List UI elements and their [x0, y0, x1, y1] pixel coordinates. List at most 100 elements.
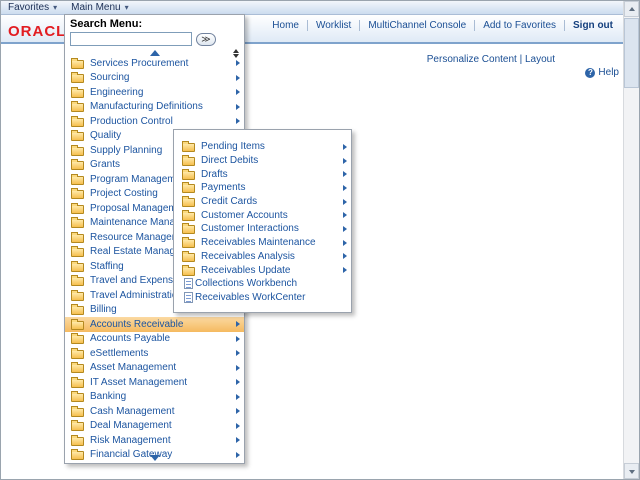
- submenu-arrow-icon: [343, 253, 347, 260]
- menu-item[interactable]: Production Control: [65, 114, 244, 129]
- folder-icon: [71, 115, 84, 127]
- folder-icon: [71, 405, 84, 417]
- menu-item-label: Accounts Receivable: [90, 318, 184, 330]
- folder-icon: [71, 333, 84, 345]
- submenu-arrow-icon: [236, 118, 240, 125]
- folder-icon: [182, 223, 195, 235]
- submenu-arrow-icon: [236, 393, 240, 400]
- nav-link[interactable]: Add to Favorites: [474, 20, 564, 31]
- vertical-scrollbar[interactable]: [623, 1, 639, 479]
- scrollbar-up-button[interactable]: [624, 1, 639, 17]
- menu-item[interactable]: Risk Management: [65, 433, 244, 448]
- search-go-button[interactable]: ≫: [196, 32, 216, 46]
- submenu-item[interactable]: Credit Cards: [174, 195, 351, 209]
- submenu-item[interactable]: Customer Accounts: [174, 208, 351, 222]
- submenu-item-label: Payments: [201, 182, 246, 194]
- folder-icon: [71, 391, 84, 403]
- nav-link[interactable]: Home: [264, 20, 307, 31]
- submenu-item[interactable]: Receivables Analysis: [174, 250, 351, 264]
- menu-search-input[interactable]: [70, 32, 192, 46]
- personalize-content-link[interactable]: Personalize Content | Layout: [427, 54, 555, 65]
- folder-icon: [71, 231, 84, 243]
- folder-icon: [71, 217, 84, 229]
- nav-link-label: Add to Favorites: [483, 20, 556, 31]
- submenu-item-label: Credit Cards: [201, 196, 258, 208]
- submenu-arrow-icon: [236, 74, 240, 81]
- help-link[interactable]: ? Help: [585, 67, 619, 78]
- folder-icon: [71, 130, 84, 142]
- menu-item[interactable]: Engineering: [65, 85, 244, 100]
- folder-icon: [71, 420, 84, 432]
- submenu-item-label: Drafts: [201, 168, 228, 180]
- submenu-item[interactable]: Receivables Update: [174, 263, 351, 277]
- folder-icon: [182, 182, 195, 194]
- submenu-item[interactable]: Direct Debits: [174, 154, 351, 168]
- submenu-item[interactable]: Receivables WorkCenter: [174, 291, 351, 305]
- submenu-item[interactable]: Drafts: [174, 167, 351, 181]
- menu-item-label: Production Control: [90, 115, 173, 127]
- submenu-item-label: Receivables WorkCenter: [195, 291, 306, 303]
- submenu-arrow-icon: [343, 239, 347, 246]
- menu-item-label: Banking: [90, 391, 127, 403]
- folder-icon: [71, 362, 84, 374]
- folder-icon: [71, 173, 84, 185]
- menu-item[interactable]: Deal Management: [65, 419, 244, 434]
- submenu-arrow-icon: [343, 171, 347, 178]
- peoplesoft-window: Favorites ▾ Main Menu ▾ ORACLE Home Work…: [0, 0, 640, 480]
- submenu-arrow-icon: [236, 103, 240, 110]
- submenu-item-label: Direct Debits: [201, 155, 259, 167]
- submenu-arrow-icon: [236, 379, 240, 386]
- menu-item[interactable]: Sourcing: [65, 71, 244, 86]
- menu-item[interactable]: Asset Management: [65, 361, 244, 376]
- folder-icon: [182, 141, 195, 153]
- menu-item-label: Engineering: [90, 86, 144, 98]
- search-menu-label: Search Menu:: [70, 18, 143, 30]
- submenu-arrow-icon: [343, 184, 347, 191]
- nav-link-label: Home: [272, 20, 299, 31]
- submenu-item-label: Collections Workbench: [195, 278, 298, 290]
- folder-icon: [182, 196, 195, 208]
- submenu-item[interactable]: Payments: [174, 181, 351, 195]
- menu-item-label: IT Asset Management: [90, 376, 188, 388]
- folder-icon: [71, 86, 84, 98]
- menu-item[interactable]: Services Procurement: [65, 56, 244, 71]
- folder-icon: [71, 275, 84, 287]
- favorites-label: Favorites: [8, 2, 50, 13]
- folder-icon: [71, 347, 84, 359]
- chevron-down-icon: ▾: [53, 2, 58, 12]
- scrollbar-down-button[interactable]: [624, 463, 639, 479]
- menu-item[interactable]: Manufacturing Definitions: [65, 100, 244, 115]
- menu-item-label: Cash Management: [90, 405, 175, 417]
- menu-item[interactable]: Banking: [65, 390, 244, 405]
- submenu-item[interactable]: Pending Items: [174, 140, 351, 154]
- menu-item[interactable]: Accounts Receivable: [65, 317, 244, 332]
- submenu-arrow-icon: [343, 267, 347, 274]
- nav-link-label: Worklist: [315, 20, 352, 31]
- submenu-item[interactable]: Customer Interactions: [174, 222, 351, 236]
- submenu-item-label: Receivables Analysis: [201, 250, 295, 262]
- submenu-item-label: Customer Interactions: [201, 223, 299, 235]
- spin-up-icon: [233, 49, 239, 53]
- menu-item[interactable]: IT Asset Management: [65, 375, 244, 390]
- nav-link[interactable]: MultiChannel Console: [359, 20, 474, 31]
- menu-scroll-down-row: [65, 454, 244, 463]
- submenu-item-label: Pending Items: [201, 141, 265, 153]
- main-menu[interactable]: Main Menu ▾: [64, 1, 135, 14]
- submenu-arrow-icon: [236, 350, 240, 357]
- menu-item[interactable]: eSettlements: [65, 346, 244, 361]
- favorites-menu[interactable]: Favorites ▾: [1, 1, 64, 14]
- submenu-arrow-icon: [343, 225, 347, 232]
- help-label: Help: [598, 67, 619, 78]
- search-row: ≫: [65, 31, 244, 48]
- submenu-item[interactable]: Receivables Maintenance: [174, 236, 351, 250]
- nav-link[interactable]: Worklist: [306, 20, 359, 31]
- menu-item[interactable]: Accounts Payable: [65, 332, 244, 347]
- submenu-item[interactable]: Collections Workbench: [174, 277, 351, 291]
- scrollbar-thumb[interactable]: [624, 18, 639, 88]
- folder-icon: [71, 188, 84, 200]
- menu-item[interactable]: Cash Management: [65, 404, 244, 419]
- menu-scroll-down-icon[interactable]: [149, 455, 160, 461]
- submenu-arrow-icon: [236, 437, 240, 444]
- sign-out-link[interactable]: Sign out: [564, 20, 621, 31]
- doc-icon: [184, 278, 193, 290]
